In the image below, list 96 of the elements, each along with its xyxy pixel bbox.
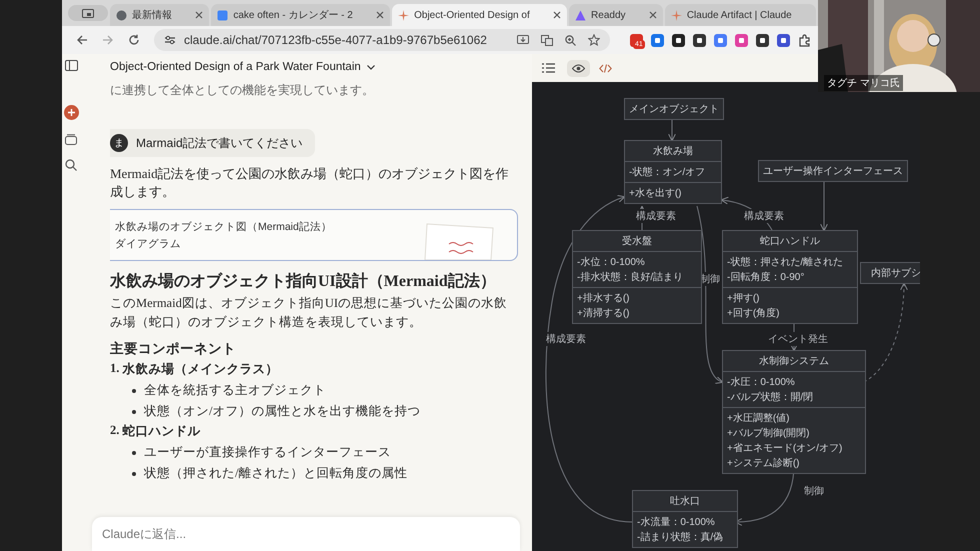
browser-tab[interactable]: Readdy: [569, 4, 663, 26]
list-item-text: 状態（押された/離された）と回転角度の属性: [144, 465, 408, 482]
favicon-icon: [116, 10, 127, 20]
bookmark-star-icon[interactable]: [588, 34, 600, 46]
list-item-title: 蛇口ハンドル: [122, 423, 200, 440]
artifact-title: 水飲み場のオブジェクト図（Mermaid記法）: [115, 220, 332, 234]
close-icon[interactable]: [195, 11, 204, 19]
close-icon[interactable]: [553, 11, 562, 19]
class-method: +水を出す(): [629, 186, 682, 200]
translate-icon[interactable]: [541, 34, 553, 46]
class-method: +清掃する(): [577, 306, 630, 320]
connector-line: [820, 182, 828, 232]
class-attribute: -排水状態：良好/詰まり: [577, 270, 684, 284]
class-method: +省エネモード(オン/オフ): [727, 442, 844, 455]
tab-groups-button[interactable]: [68, 5, 108, 21]
class-attribute: -状態：オン/オフ: [629, 166, 706, 179]
class-method: +回す(角度): [727, 306, 780, 320]
list-number: 1.: [110, 361, 120, 377]
class-name: 水飲み場: [652, 144, 694, 159]
extension-icon[interactable]: [693, 34, 706, 46]
install-icon[interactable]: [517, 34, 529, 46]
list-item-text: 全体を統括する主オブジェクト: [144, 382, 326, 399]
preview-tab[interactable]: [567, 60, 590, 76]
back-icon[interactable]: [76, 34, 88, 46]
reply-input[interactable]: Claudeに返信...: [92, 517, 520, 551]
list-icon[interactable]: [542, 63, 555, 73]
list-number: 2.: [110, 423, 120, 439]
favicon-icon: [217, 10, 228, 20]
reply-text: に連携して全体としての機能を実現しています。: [110, 82, 375, 99]
class-name: ユーザー操作インターフェース: [762, 165, 904, 179]
browser-tab[interactable]: Object-Oriented Design of: [392, 4, 568, 26]
url-text: claude.ai/chat/707123fb-c55e-4077-a1b9-9767b5e61062: [184, 33, 488, 47]
browser-tab[interactable]: Claude Artifact | Claude: [664, 4, 816, 26]
zoom-icon[interactable]: [565, 34, 576, 46]
chat-title-menu[interactable]: Object-Oriented Design of a Park Water Fountain: [110, 54, 375, 80]
reply-text: Mermaid記法を使って公園の水飲み場（蛇口）のオブジェクト図を作成します。: [110, 165, 510, 201]
message-text: Marmaid記法で書いてください: [136, 134, 303, 152]
favicon-icon: [398, 10, 410, 20]
reply-text: このMermaid図は、オブジェクト指向UIの思想に基づいた公園の水飲み場（蛇口）のオブジェクト構造を表現しています。: [110, 295, 508, 331]
address-bar[interactable]: claude.ai/chat/707123fb-c55e-4077-a1b9-9767b5e61062: [154, 29, 610, 51]
bullet-icon: [132, 450, 136, 454]
sidebar-toggle-icon[interactable]: [64, 60, 78, 71]
participant-name: タグチ マリコ氏: [824, 75, 903, 91]
list-item-text: ユーザーが直接操作するインターフェース: [144, 444, 391, 461]
chevron-down-icon: [366, 64, 375, 70]
class-name: 内部サブシ: [870, 266, 920, 281]
reload-icon[interactable]: [128, 34, 140, 46]
class-name: 蛇口ハンドル: [759, 234, 821, 249]
class-attribute: -水位：0-100%: [577, 256, 646, 269]
eye-icon: [572, 64, 585, 72]
extension-icon[interactable]: [756, 34, 769, 46]
class-name: 水制御システム: [758, 354, 830, 369]
artifact-card[interactable]: 水飲み場のオブジェクト図（Mermaid記法） ダイアグラム: [110, 209, 518, 261]
class-name: 受水盤: [621, 234, 653, 249]
extension-icon[interactable]: [672, 34, 685, 46]
class-method: +押す(): [727, 292, 760, 305]
edge-label: イベント発生: [768, 332, 828, 346]
section-heading: 主要コンポーネント: [110, 340, 237, 358]
extension-icon[interactable]: [777, 34, 790, 46]
artifact-type: ダイアグラム: [115, 236, 182, 250]
close-icon[interactable]: [376, 11, 384, 19]
user-avatar: ま: [110, 134, 128, 152]
list-item-title: 水飲み場（メインクラス）: [122, 361, 278, 378]
code-icon: [599, 64, 612, 72]
browser-tab[interactable]: 最新情報: [110, 4, 210, 26]
bullet-icon: [132, 410, 136, 414]
new-chat-icon[interactable]: [64, 105, 78, 120]
connector-line: [668, 118, 676, 142]
edge-label: 構成要素: [546, 332, 586, 346]
site-settings-icon[interactable]: [164, 35, 176, 45]
edge-label: 制御: [804, 484, 824, 498]
list-item-text: 状態（オン/オフ）の属性と水を出す機能を持つ: [144, 403, 420, 420]
close-icon[interactable]: [648, 11, 657, 19]
favicon-icon: [670, 10, 682, 20]
projects-icon[interactable]: [65, 134, 77, 145]
class-attribute: -水流量：0-100%: [637, 516, 716, 529]
puzzle-icon[interactable]: [798, 34, 811, 46]
edge-label: 構成要素: [636, 209, 676, 223]
class-method: +排水する(): [577, 292, 630, 305]
search-icon[interactable]: [65, 159, 77, 171]
class-name: メインオブジェクト: [628, 102, 720, 117]
class-attribute: -バルブ状態：開/閉: [727, 390, 814, 404]
class-method: +バルブ制御(開閉): [727, 426, 810, 440]
class-attribute: -水圧：0-100%: [727, 376, 796, 389]
edge-label: 構成要素: [744, 209, 784, 223]
bullet-icon: [132, 388, 136, 392]
class-attribute: -状態：押された/離された: [727, 256, 844, 269]
class-method: +水圧調整(値): [727, 412, 790, 425]
class-attribute: -回転角度：0-90°: [727, 270, 806, 284]
favicon-icon: [575, 10, 586, 20]
window-icon: [82, 8, 94, 18]
browser-tab[interactable]: cake often - カレンダー - 2: [211, 4, 390, 26]
bullet-icon: [132, 472, 136, 476]
class-attribute: -詰まり状態：真/偽: [637, 530, 724, 544]
class-name: 吐水口: [669, 494, 701, 509]
class-method: +システム診断(): [727, 456, 800, 470]
